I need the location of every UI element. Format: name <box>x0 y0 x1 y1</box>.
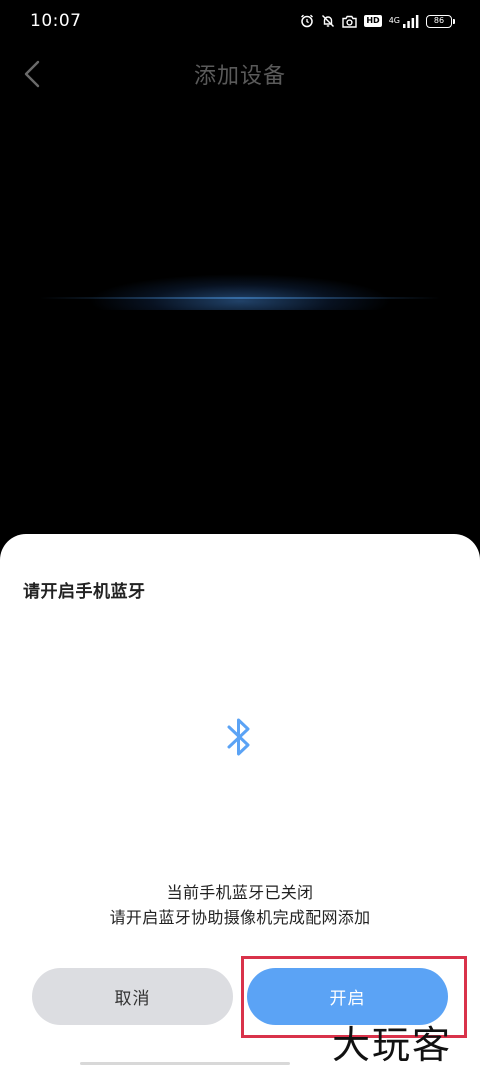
network-type-label: 4G <box>388 16 400 25</box>
status-time: 10:07 <box>30 11 82 31</box>
hd-icon: HD <box>364 15 382 27</box>
message-line-2: 请开启蓝牙协助摄像机完成配网添加 <box>109 908 371 927</box>
scan-glow-line <box>40 297 440 299</box>
alarm-icon <box>301 14 314 28</box>
cancel-button[interactable]: 取消 <box>32 968 233 1025</box>
watermark: 大玩客 <box>332 1023 453 1067</box>
scan-glow <box>40 250 440 310</box>
signal-icon <box>403 14 419 28</box>
status-bar: 10:07 HD 4G 86 <box>0 0 480 42</box>
bluetooth-icon <box>227 718 250 756</box>
nav-bar: 添加设备 <box>0 48 480 100</box>
status-icons: HD 4G 86 <box>300 14 455 28</box>
home-indicator <box>80 1062 290 1065</box>
page-title: 添加设备 <box>193 64 286 89</box>
battery-icon: 86 <box>426 14 455 28</box>
sheet-title: 请开启手机蓝牙 <box>23 582 146 602</box>
bluetooth-message: 当前手机蓝牙已关闭 请开启蓝牙协助摄像机完成配网添加 <box>0 880 480 930</box>
message-line-1: 当前手机蓝牙已关闭 <box>166 883 314 902</box>
mute-bell-icon <box>322 15 335 27</box>
bluetooth-prompt-sheet: 请开启手机蓝牙 当前手机蓝牙已关闭 请开启蓝牙协助摄像机完成配网添加 取消 开启… <box>0 534 480 1067</box>
camera-icon <box>342 15 358 28</box>
battery-level: 86 <box>433 16 445 25</box>
